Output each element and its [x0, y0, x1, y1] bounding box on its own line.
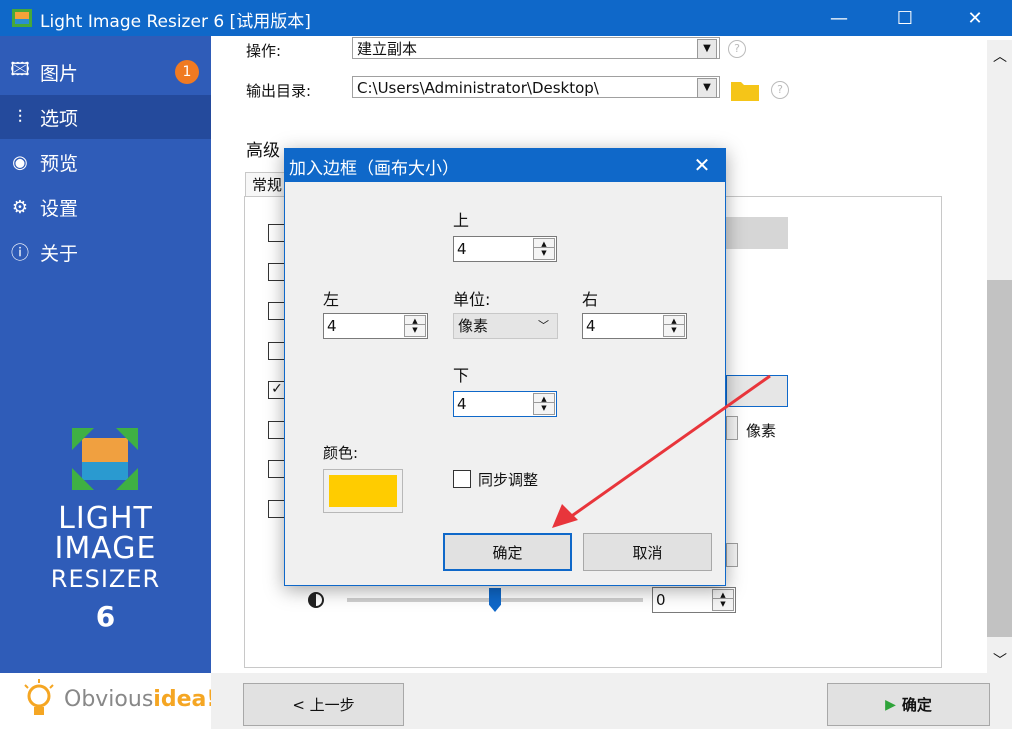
top-value: 4: [457, 240, 467, 258]
disabled-button[interactable]: [726, 217, 788, 249]
chevron-down-icon: ▼: [697, 78, 717, 98]
main-scrollbar[interactable]: ︿ ﹀: [987, 40, 1012, 673]
gear-icon: ⚙: [11, 196, 29, 218]
operation-value: 建立副本: [357, 40, 418, 58]
brightness-value: 0: [656, 591, 666, 609]
spin-down-icon[interactable]: ▼: [663, 324, 685, 337]
operation-select[interactable]: 建立副本 ▼: [352, 37, 720, 59]
title-bar: Light Image Resizer 6 [试用版本] — ☐ ✕: [0, 0, 1012, 36]
back-button[interactable]: < 上一步: [243, 683, 404, 726]
brand-line: LIGHT: [58, 501, 153, 536]
operation-label: 操作:: [246, 42, 282, 60]
brightness-input[interactable]: 0 ▲ ▼: [652, 587, 736, 613]
sync-label: 同步调整: [478, 471, 539, 489]
app-logo-icon: [72, 428, 138, 490]
brightness-icon: [308, 592, 324, 608]
chevron-down-icon: ﹀: [538, 319, 549, 332]
sidebar-item-label: 关于: [40, 242, 79, 265]
window-title: Light Image Resizer 6 [试用版本]: [40, 12, 311, 32]
color-swatch[interactable]: [323, 469, 403, 513]
vendor-name-part: Obvious: [64, 687, 154, 712]
sliders-icon: ⫶: [17, 106, 23, 128]
advanced-label: 高级: [246, 141, 280, 161]
annotation-arrow: [552, 374, 771, 528]
vendor-logo: Obviousidea!: [0, 673, 216, 729]
app-icon: [12, 9, 32, 27]
bottom-label: 下: [453, 366, 470, 385]
unit-select[interactable]: 像素 ﹀: [453, 313, 558, 339]
eye-icon: ◉: [12, 151, 28, 173]
sidebar-item-label: 设置: [40, 197, 79, 220]
sidebar-item-label: 选项: [40, 107, 79, 130]
sync-checkbox[interactable]: [453, 470, 471, 488]
help-icon[interactable]: ?: [728, 40, 746, 58]
top-input[interactable]: 4 ▲ ▼: [453, 236, 557, 262]
lightbulb-icon: [24, 679, 54, 715]
top-label: 上: [453, 211, 470, 230]
dialog-title: 加入边框（画布大小）: [289, 159, 459, 179]
folder-icon[interactable]: [731, 79, 759, 101]
chevron-down-icon[interactable]: ﹀: [993, 650, 1007, 670]
chevron-down-icon: ▼: [697, 39, 717, 59]
output-dir-label: 输出目录:: [246, 82, 312, 100]
bottom-value: 4: [457, 395, 467, 413]
brand-line: IMAGE: [54, 531, 157, 566]
ok-button[interactable]: ▶ 确定: [827, 683, 990, 726]
spin-down-icon[interactable]: ▼: [712, 598, 734, 611]
sidebar-item-preview[interactable]: ◉ 预览: [0, 140, 211, 184]
right-input[interactable]: 4 ▲ ▼: [582, 313, 687, 339]
close-icon[interactable]: ✕: [952, 0, 998, 36]
play-icon: ▶: [885, 696, 896, 713]
spin-down-icon[interactable]: ▼: [404, 324, 426, 337]
sidebar-item-options[interactable]: ⫶ 选项: [0, 95, 211, 139]
sidebar-item-label: 图片: [40, 62, 79, 85]
vendor-name-part: idea!: [153, 687, 217, 712]
right-value: 4: [586, 317, 596, 335]
output-dir-input[interactable]: C:\Users\Administrator\Desktop\ ▼: [352, 76, 720, 98]
vendor-name: Obviousidea!: [64, 687, 216, 712]
chevron-up-icon[interactable]: ︿: [993, 46, 1007, 66]
left-value: 4: [327, 317, 337, 335]
image-icon: 🖾: [10, 59, 30, 80]
help-icon[interactable]: ?: [771, 81, 789, 99]
brand-version: 6: [95, 600, 116, 633]
output-dir-value: C:\Users\Administrator\Desktop\: [357, 79, 599, 97]
sidebar-item-settings[interactable]: ⚙ 设置: [0, 185, 211, 229]
close-icon[interactable]: ✕: [686, 151, 718, 179]
minimize-icon[interactable]: —: [816, 0, 862, 36]
left-input[interactable]: 4 ▲ ▼: [323, 313, 428, 339]
left-label: 左: [323, 290, 340, 309]
brand-line: RESIZER: [50, 565, 161, 593]
sidebar-item-label: 预览: [40, 152, 79, 175]
right-label: 右: [582, 290, 599, 309]
sidebar: 🖾 图片 1 ⫶ 选项 ◉ 预览 ⚙ 设置 ⓘ 关于 LIGHT IMAGE R…: [0, 36, 211, 673]
spinner-stub[interactable]: [726, 543, 738, 567]
info-icon: ⓘ: [11, 243, 29, 264]
unit-label: 单位:: [453, 290, 491, 309]
tab-general[interactable]: 常规: [245, 172, 285, 196]
spin-down-icon[interactable]: ▼: [533, 247, 555, 260]
unit-value: 像素: [458, 317, 489, 335]
color-label: 颜色:: [323, 444, 359, 462]
count-badge: 1: [175, 60, 199, 84]
maximize-icon[interactable]: ☐: [882, 0, 928, 36]
color-fill: [329, 475, 397, 507]
sidebar-item-images[interactable]: 🖾 图片 1: [0, 50, 211, 94]
sidebar-item-about[interactable]: ⓘ 关于: [0, 230, 211, 274]
ok-button-label: 确定: [901, 696, 932, 714]
brand-text: LIGHT IMAGE RESIZER 6: [0, 501, 211, 634]
scrollbar-thumb[interactable]: [987, 280, 1012, 637]
